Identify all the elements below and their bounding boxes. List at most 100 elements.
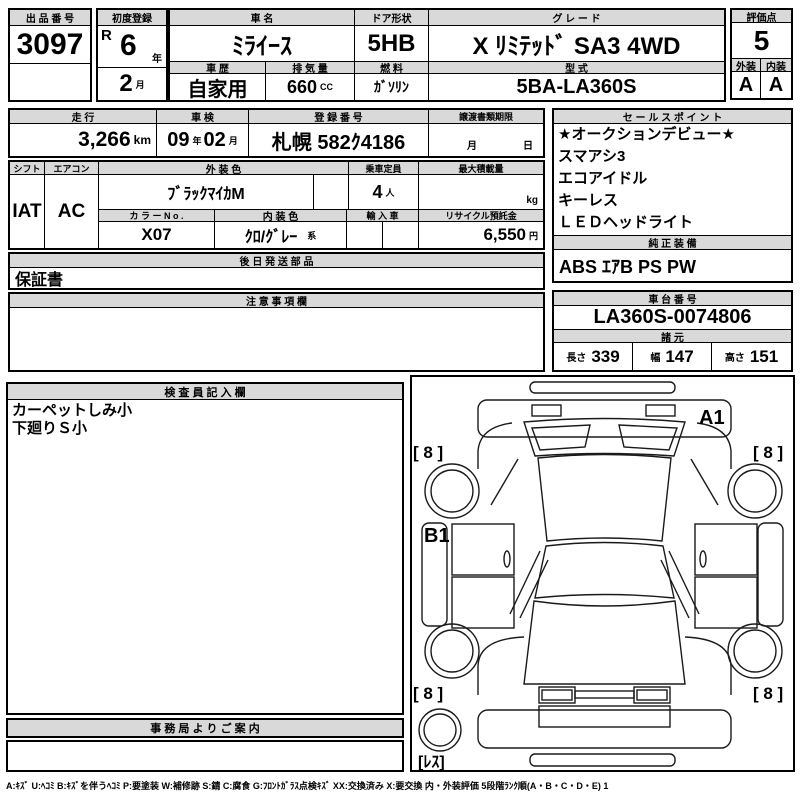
car-name-label: 車 名	[170, 10, 355, 26]
registration-number-label: 登 録 番 号	[249, 110, 429, 124]
max-load-value: kg	[419, 175, 543, 210]
lot-number: 3097	[10, 26, 90, 64]
car-diagram-box: A1 B1 [ 8 ] [ 8 ] [ 8 ] [ 8 ] [ﾚｽ]	[410, 375, 795, 772]
score-box: 評価点 5 外装 内装 A A	[730, 8, 793, 100]
office-content	[6, 740, 404, 772]
history-label: 車 歴	[170, 62, 266, 74]
import-car-cell-1	[347, 222, 383, 248]
mileage-number: 3,266	[78, 128, 131, 151]
inspection-year: 09	[167, 128, 190, 151]
interior-grade-label: 内装	[761, 59, 791, 72]
capacity-label: 乗車定員	[349, 162, 419, 175]
lot-label: 出 品 番 号	[10, 10, 90, 26]
capacity-unit: 人	[385, 187, 395, 198]
score-label: 評価点	[732, 10, 791, 23]
sales-points-label: セ ー ル ス ポ イ ン ト	[554, 110, 791, 124]
car-name-value: ﾐﾗｲｰｽ	[170, 26, 355, 62]
registration-number-value: 札幌 582ｸ4186	[249, 124, 429, 156]
model-code-label: 型 式	[429, 62, 724, 74]
mileage-label: 走 行	[10, 110, 157, 124]
later-parts-box: 後 日 発 送 部 品 保証書	[8, 252, 545, 290]
spec-width-label: 幅	[650, 353, 661, 364]
color-no-value: X07	[99, 222, 215, 248]
displacement-number: 660	[286, 76, 318, 97]
reg-month: 2	[119, 70, 133, 97]
import-car-cell-2	[383, 222, 419, 248]
sales-point-item: キーレス	[558, 192, 619, 209]
inspection-month-unit: 月	[228, 135, 238, 146]
inspector-label: 検 査 員 記 入 欄	[8, 384, 402, 400]
vehicle-top-box: 車 名 ドア形状 グ レ ー ド ﾐﾗｲｰｽ 5HB X ﾘﾐﾃｯﾄﾞ SA3 …	[168, 8, 726, 102]
interior-grade-value: A	[768, 73, 784, 96]
sales-point-item: スマアシ3	[558, 148, 626, 165]
reg-year: 6	[120, 29, 137, 62]
inspection-month: 02	[203, 128, 226, 151]
spec-height-value: 151	[749, 346, 779, 366]
recycle-amount: 6,550	[483, 225, 526, 244]
aircon-value: AC	[45, 175, 99, 248]
sales-point-item: ＬＥＤヘッドライト	[558, 214, 694, 231]
spec-height-label: 高さ	[724, 353, 745, 364]
score-value: 5	[732, 23, 791, 59]
inspector-note: 下廻りＳ小	[12, 420, 88, 437]
spare-tire-mark: [ﾚｽ]	[418, 754, 445, 770]
interior-color-suffix: 系	[307, 230, 317, 241]
era-code: R	[101, 27, 112, 44]
displacement-unit: CC	[320, 82, 334, 92]
lot-box: 出 品 番 号 3097	[8, 8, 92, 102]
oem-equipment-value: ABS ｴｱB PS PW	[559, 256, 697, 277]
auction-sheet: 出 品 番 号 3097 初度登録 R 6 年 2 月 車 名 ドア形状 グ レ…	[0, 0, 800, 800]
exterior-grade-label: 外装	[732, 59, 761, 72]
color-no-label: カ ラ ー N o .	[99, 210, 215, 222]
inspection-value: 09 年 02 月	[157, 124, 249, 156]
sales-point-item: エコアイドル	[558, 170, 648, 187]
corner-mark-front-left: [ 8 ]	[413, 684, 443, 703]
corner-mark-rear-left: [ 8 ]	[413, 443, 443, 462]
sales-points-box: セ ー ル ス ポ イ ン ト ★オークションデビュー★ スマアシ3 エコアイド…	[552, 108, 793, 283]
spec-length-value: 339	[591, 346, 620, 366]
first-registration-label: 初度登録	[98, 10, 166, 26]
import-car-label: 輸 入 車	[347, 210, 419, 222]
damage-mark-a1: A1	[699, 407, 725, 429]
grade-label: グ レ ー ド	[429, 10, 724, 26]
chassis-value: LA360S-0074806	[554, 306, 791, 330]
body-color-value: ﾌﾞﾗｯｸﾏｲｶM	[99, 175, 314, 210]
history-value: 自家用	[170, 74, 266, 100]
first-registration-year-cell: R 6 年	[98, 26, 166, 68]
recycle-deposit-value: 6,550 円	[419, 222, 543, 248]
spec-length-label: 長さ	[566, 353, 587, 364]
spec-length: 長さ 339	[554, 343, 633, 370]
inspection-year-unit: 年	[192, 135, 202, 146]
sales-point-item: ★オークションデビュー★	[558, 126, 735, 143]
inspector-notes: カーペットしみ小 下廻りＳ小	[8, 400, 402, 713]
corner-mark-rear-right: [ 8 ]	[753, 443, 783, 462]
spec-width: 幅 147	[633, 343, 712, 370]
body-color-label: 外 装 色	[99, 162, 349, 175]
later-parts-value: 保証書	[15, 272, 64, 288]
equipment-color-box: シフト エアコン 外 装 色 乗車定員 最大積載量 IAT AC ﾌﾞﾗｯｸﾏｲ…	[8, 160, 545, 250]
mileage-value: 3,266 km	[10, 124, 157, 156]
specs-label: 諸 元	[554, 330, 791, 343]
interior-color-name: ｸﾛ/ｸﾞﾚｰ	[244, 229, 298, 246]
inspector-note: カーペットしみ小	[12, 402, 133, 419]
corner-mark-front-right: [ 8 ]	[753, 684, 783, 703]
shift-label: シフト	[10, 162, 45, 175]
door-value: 5HB	[355, 26, 429, 62]
displacement-label: 排 気 量	[266, 62, 355, 74]
grade-value: X ﾘﾐﾃｯﾄﾞ SA3 4WD	[429, 26, 724, 62]
spec-height: 高さ 151	[712, 343, 791, 370]
caution-label: 注 意 事 項 欄	[10, 294, 543, 308]
oem-equipment-label: 純 正 装 備	[554, 236, 791, 250]
first-registration-box: 初度登録 R 6 年 2 月	[96, 8, 168, 102]
aircon-label: エアコン	[45, 162, 99, 175]
transfer-deadline-value: 月 日	[429, 124, 543, 156]
fuel-label: 燃 料	[355, 62, 429, 74]
caution-box: 注 意 事 項 欄	[8, 292, 545, 372]
year-unit: 年	[152, 54, 162, 65]
first-registration-month-cell: 2 月	[98, 68, 166, 100]
chassis-box: 車 台 番 号 LA360S-0074806 諸 元 長さ 339 幅 147 …	[552, 290, 793, 372]
mileage-row-box: 走 行 車 検 登 録 番 号 譲渡書類期限 3,266 km 09 年 02 …	[8, 108, 545, 158]
car-top-view-diagram: A1 B1 [ 8 ] [ 8 ] [ 8 ] [ 8 ] [ﾚｽ]	[413, 381, 784, 771]
chassis-label: 車 台 番 号	[554, 292, 791, 306]
month-unit: 月	[135, 79, 145, 90]
